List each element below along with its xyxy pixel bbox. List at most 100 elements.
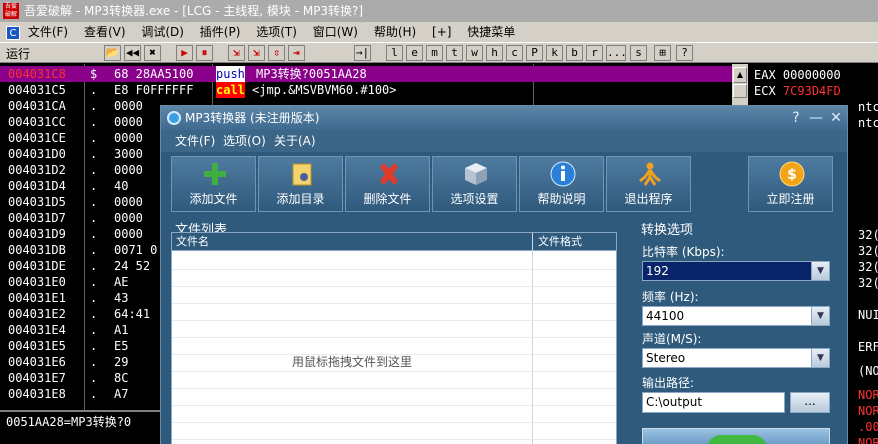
help-icon[interactable]: ? <box>676 45 693 61</box>
marker-cell: . <box>90 291 98 305</box>
source-window-button[interactable]: s <box>630 45 647 61</box>
marker-cell: . <box>90 243 98 257</box>
column-format[interactable]: 文件格式 <box>538 233 582 251</box>
register-row[interactable]: NORM <box>858 435 878 444</box>
chevron-down-icon[interactable]: ▼ <box>811 307 829 325</box>
frequency-select[interactable]: 44100 ▼ <box>642 306 830 326</box>
channel-select[interactable]: Stereo ▼ <box>642 348 830 368</box>
browse-button[interactable]: ... <box>790 392 830 413</box>
menu-view[interactable]: 查看(V) <box>84 22 126 42</box>
hex-cell: 24 52 <box>114 259 151 273</box>
marker-cell: . <box>90 323 98 337</box>
more-windows-button[interactable]: ... <box>606 45 627 61</box>
memory-window-button[interactable]: m <box>426 45 443 61</box>
mp3-menu-options[interactable]: 选项(O) <box>223 130 266 152</box>
mp3-menu-file[interactable]: 文件(F) <box>175 130 215 152</box>
options-button[interactable]: 选项设置 <box>432 156 517 212</box>
grid-icon[interactable]: ⊞ <box>654 45 671 61</box>
register-row[interactable]: ERF <box>858 339 878 355</box>
window-title: 吾爱破解 - MP3转换器.exe - [LCG - 主线程, 模块 - MP3… <box>24 4 364 18</box>
cpu-window-icon[interactable]: C <box>6 25 20 40</box>
handles-window-button[interactable]: h <box>486 45 503 61</box>
address-cell: 004031CC <box>8 115 66 129</box>
minimize-icon[interactable]: — <box>807 106 825 130</box>
references-window-button[interactable]: r <box>586 45 603 61</box>
register-row[interactable]: .002 <box>858 419 878 435</box>
address-cell: 004031CA <box>8 99 66 113</box>
help-button[interactable]: 帮助说明 <box>519 156 604 212</box>
executables-window-button[interactable]: e <box>406 45 423 61</box>
output-path-input[interactable]: C:\output <box>642 392 785 413</box>
rewind-icon[interactable]: ◀◀ <box>124 45 141 61</box>
register-row[interactable]: NORM <box>858 387 878 403</box>
add-file-button[interactable]: 添加文件 <box>171 156 256 212</box>
scroll-thumb[interactable] <box>733 84 747 98</box>
windows-window-button[interactable]: w <box>466 45 483 61</box>
play-icon[interactable]: ▶ <box>176 45 193 61</box>
disasm-row[interactable]: 004031C8 $68 28AA5100 push MP3转换?0051AA28 <box>0 66 747 82</box>
pause-icon[interactable]: ⏸ <box>196 45 213 61</box>
register-row[interactable]: (NO <box>858 363 878 379</box>
address-cell: 004031E1 <box>8 291 66 305</box>
register-row[interactable]: NUI <box>858 307 878 323</box>
hex-cell: 0071 0 <box>114 243 158 257</box>
chevron-down-icon[interactable]: ▼ <box>811 349 829 367</box>
menu-help[interactable]: 帮助(H) <box>374 22 416 42</box>
open-icon[interactable]: 📂 <box>104 45 121 61</box>
register-value: .002 <box>858 420 878 434</box>
mp3-menu-about[interactable]: 关于(A) <box>274 130 316 152</box>
file-list[interactable]: 文件名 文件格式 用鼠标拖拽文件到这里 <box>171 232 617 444</box>
goto-icon[interactable]: →| <box>354 45 371 61</box>
start-convert-button[interactable] <box>642 428 830 444</box>
frequency-label: 频率 (Hz): <box>642 290 699 304</box>
menu-window[interactable]: 窗口(W) <box>313 22 358 42</box>
step-into-icon[interactable]: ⇲ <box>228 45 245 61</box>
register-row[interactable]: ntc <box>858 115 878 131</box>
menu-plus[interactable]: [+] <box>432 22 451 42</box>
trace-into-icon[interactable]: ⇳ <box>268 45 285 61</box>
menu-file[interactable]: 文件(F) <box>28 22 68 42</box>
address-cell: 004031E5 <box>8 339 66 353</box>
address-cell: 004031D7 <box>8 211 66 225</box>
add-folder-button[interactable]: 添加目录 <box>258 156 343 212</box>
register-row[interactable]: ECX 7C93D4FD <box>754 83 841 99</box>
address-cell: 004031C5 <box>8 83 66 97</box>
log-window-button[interactable]: l <box>386 45 403 61</box>
register-row[interactable]: 32( <box>858 259 878 275</box>
column-filename[interactable]: 文件名 <box>176 233 209 251</box>
register-row[interactable]: ntc <box>858 99 878 115</box>
threads-window-button[interactable]: t <box>446 45 463 61</box>
register-value: ntc <box>858 100 878 114</box>
help-icon[interactable]: ? <box>787 106 805 130</box>
hex-cell: E5 <box>114 339 129 353</box>
address-cell: 004031D0 <box>8 147 66 161</box>
register-row[interactable]: 32( <box>858 227 878 243</box>
hex-cell: 64:41 <box>114 307 151 321</box>
address-cell: 004031D5 <box>8 195 66 209</box>
register-row[interactable]: NORM <box>858 403 878 419</box>
menu-shortcut[interactable]: 快捷菜单 <box>467 22 515 42</box>
step-over-icon[interactable]: ⇲ <box>248 45 265 61</box>
bitrate-select[interactable]: 192 ▼ <box>642 261 830 281</box>
menu-plugins[interactable]: 插件(P) <box>200 22 241 42</box>
register-row[interactable]: 32( <box>858 243 878 259</box>
callstack-window-button[interactable]: k <box>546 45 563 61</box>
delete-file-button[interactable]: 删除文件 <box>345 156 430 212</box>
cpu-window-button[interactable]: c <box>506 45 523 61</box>
menu-options[interactable]: 选项(T) <box>256 22 297 42</box>
exit-button[interactable]: 退出程序 <box>606 156 691 212</box>
patches-window-button[interactable]: P <box>526 45 543 61</box>
register-row[interactable]: EAX 00000000 <box>754 67 841 83</box>
register-now-button[interactable]: $ 立即注册 <box>748 156 833 212</box>
close-icon[interactable]: ✕ <box>827 106 845 130</box>
chevron-down-icon[interactable]: ▼ <box>811 262 829 280</box>
trace-over-icon[interactable]: ⇥ <box>288 45 305 61</box>
register-row[interactable]: 32( <box>858 275 878 291</box>
hex-cell: 0000 <box>114 131 143 145</box>
close-icon[interactable]: ✖ <box>144 45 161 61</box>
breakpoints-window-button[interactable]: b <box>566 45 583 61</box>
menu-debug[interactable]: 调试(D) <box>141 22 184 42</box>
address-cell: 004031E8 <box>8 387 66 401</box>
disasm-row[interactable]: 004031C5. E8 F0FFFFFF call <jmp.&MSVBVM60.#… <box>0 82 747 98</box>
scroll-up-icon[interactable]: ▲ <box>733 67 747 83</box>
